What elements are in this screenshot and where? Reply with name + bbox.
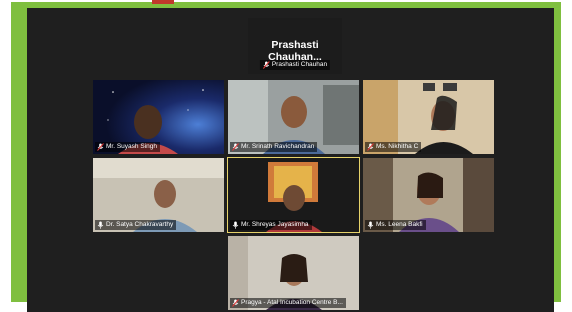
participant-name: Ms. Nikhitha C xyxy=(376,143,419,150)
mic-muted-icon xyxy=(97,143,104,151)
participant-name-label: Mr. Shreyas Jayasimha xyxy=(230,220,312,230)
gallery-view: Prashasti Chauhan... Prashasti Chauhan M… xyxy=(27,8,554,312)
decorative-mark xyxy=(152,0,174,4)
participant-name-label: Dr. Satya Chakravarthy xyxy=(95,220,177,230)
participant-tile[interactable]: Mr. Suyash Singh xyxy=(93,80,224,154)
mic-icon xyxy=(367,221,374,229)
participant-name: Pragya - Atal Incubation Centre B... xyxy=(241,299,343,306)
mic-icon xyxy=(232,221,239,229)
presenter-label: Prashasti Chauhan xyxy=(259,60,331,70)
mic-muted-icon xyxy=(262,61,270,69)
participant-name: Mr. Srinath Ravichandran xyxy=(241,143,315,150)
participant-name: Dr. Satya Chakravarthy xyxy=(106,221,174,228)
participant-tile[interactable]: Pragya - Atal Incubation Centre B... xyxy=(228,236,359,310)
participant-name: Mr. Suyash Singh xyxy=(106,143,157,150)
mic-icon xyxy=(97,221,104,229)
presenter-label-text: Prashasti Chauhan xyxy=(271,61,328,68)
active-speaker-tile[interactable]: Mr. Shreyas Jayasimha xyxy=(227,157,360,233)
participant-tile[interactable]: Ms. Leena Bakfi xyxy=(363,158,494,232)
participant-name-label: Ms. Leena Bakfi xyxy=(365,220,426,230)
screenshot-frame: Prashasti Chauhan... Prashasti Chauhan M… xyxy=(0,0,572,312)
participant-name-label: Pragya - Atal Incubation Centre B... xyxy=(230,298,346,308)
participant-name: Ms. Leena Bakfi xyxy=(376,221,423,228)
participant-tile[interactable]: Mr. Srinath Ravichandran xyxy=(228,80,359,154)
mic-muted-icon xyxy=(232,299,239,307)
participant-name-label: Ms. Nikhitha C xyxy=(365,142,422,152)
mic-muted-icon xyxy=(232,143,239,151)
participant-name: Mr. Shreyas Jayasimha xyxy=(241,221,309,228)
participant-name-label: Mr. Srinath Ravichandran xyxy=(230,142,318,152)
participant-tile[interactable]: Dr. Satya Chakravarthy xyxy=(93,158,224,232)
mic-muted-icon xyxy=(367,143,374,151)
presenter-tile[interactable]: Prashasti Chauhan... Prashasti Chauhan xyxy=(248,18,342,74)
participant-tile[interactable]: Ms. Nikhitha C xyxy=(363,80,494,154)
participant-name-label: Mr. Suyash Singh xyxy=(95,142,160,152)
